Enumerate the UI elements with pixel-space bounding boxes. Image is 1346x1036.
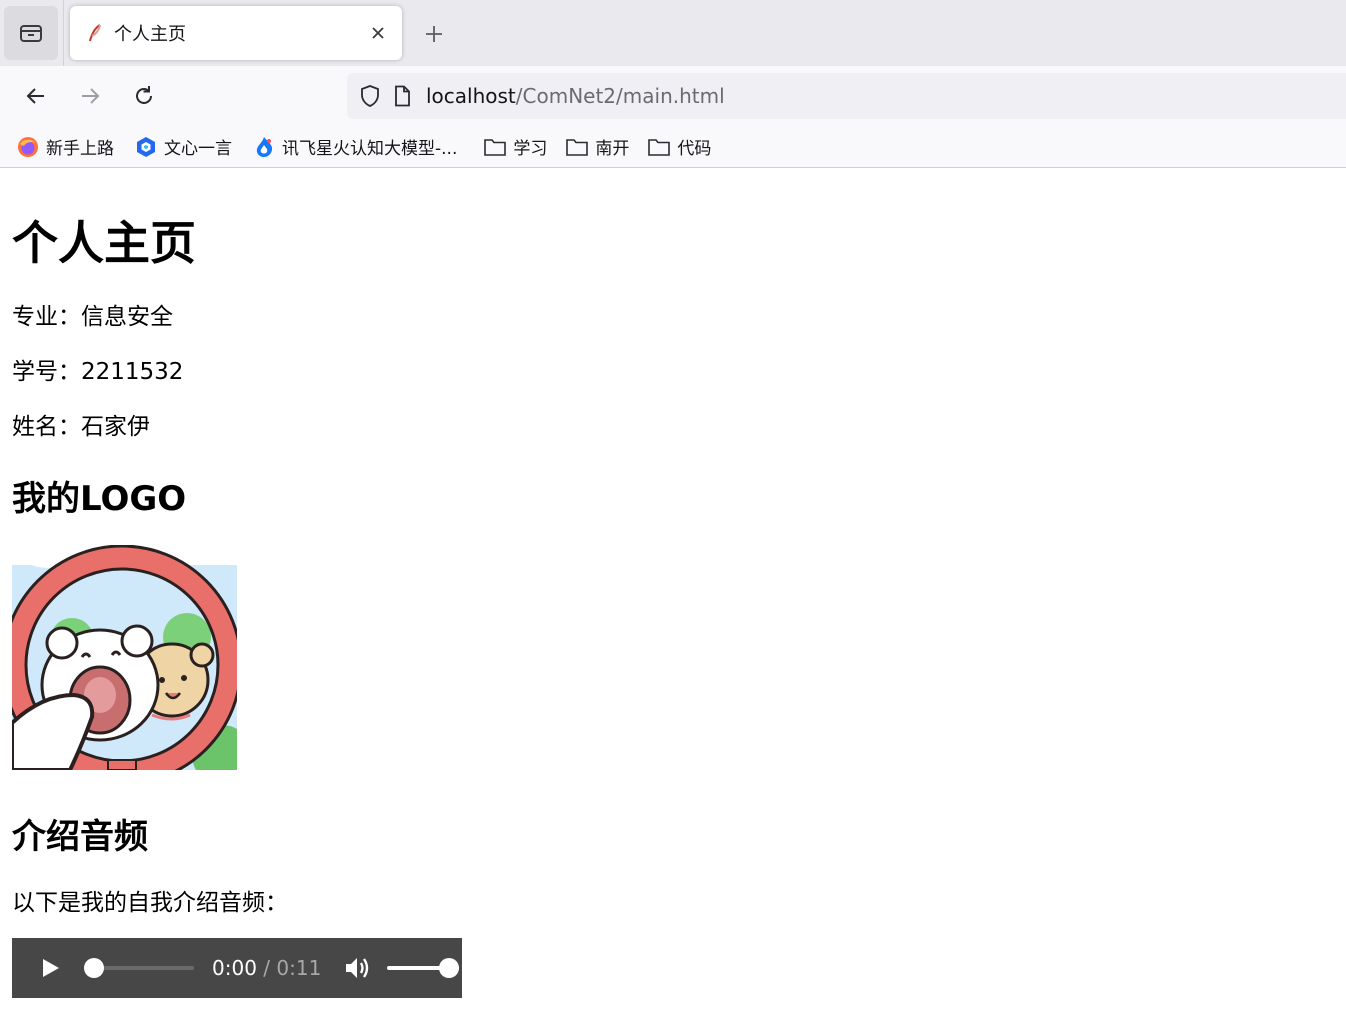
tab-list-icon [20,25,42,42]
tab-separator [63,0,64,66]
audio-heading: 介绍音频 [12,817,148,857]
plus-icon [426,26,442,42]
arrow-left-icon [26,88,44,104]
page-title: 个人主页 [12,216,196,270]
arrow-right-icon [82,88,100,104]
duration: 0:11 [276,956,322,980]
volume-thumb[interactable] [439,958,460,978]
bookmark-label: 代码 [677,139,712,159]
spark-flame-icon [252,135,276,159]
back-button[interactable] [18,78,54,114]
volume-icon [346,958,369,978]
folder-icon [647,135,671,159]
tab-title: 个人主页 [114,24,186,45]
play-button[interactable] [38,956,62,980]
seek-thumb[interactable] [84,958,104,978]
mute-button[interactable] [343,953,373,983]
bookmark-folder-study[interactable]: 学习 [483,134,547,159]
folder-icon [483,135,507,159]
ernie-bot-icon [134,135,158,159]
feather-icon [86,24,104,42]
bookmark-folder-nankai[interactable]: 南开 [565,134,629,159]
play-icon [43,959,59,977]
current-time: 0:00 [212,956,257,980]
name-text: 姓名：石家伊 [12,414,150,440]
url-path: /ComNet2/main.html [515,84,725,108]
reload-button[interactable] [126,78,162,114]
major-text: 专业：信息安全 [12,304,173,330]
close-icon [372,27,384,39]
close-tab-button[interactable] [360,15,396,51]
tracking-shield-icon[interactable] [358,84,382,108]
bookmark-xunfei-spark[interactable]: 讯飞星火认知大模型-... [252,134,457,159]
forward-button[interactable] [72,78,108,114]
navigation-toolbar: localhost/ComNet2/main.html [0,66,1346,126]
bookmark-label: 学习 [513,139,548,159]
page-info-icon[interactable] [390,84,414,108]
folder-icon [565,135,589,159]
tab-overview-button[interactable] [4,6,58,60]
bookmarks-toolbar: 新手上路 文心一言 讯飞星火认知大模型-... 学习 南开 代码 [0,126,1346,168]
bookmark-label: 新手上路 [46,139,114,159]
audio-intro-text: 以下是我的自我介绍音频： [12,890,288,916]
new-tab-button[interactable] [416,16,452,52]
bookmark-label: 讯飞星火认知大模型-... [282,139,458,159]
bookmark-ernie-bot[interactable]: 文心一言 [134,134,232,159]
firefox-icon [16,135,40,159]
audio-player[interactable]: 0:00 / 0:11 [12,938,462,998]
tab-bar: 个人主页 [0,0,1346,66]
url-host: localhost [426,84,516,108]
bookmark-getting-started[interactable]: 新手上路 [16,134,114,159]
logo-heading: 我的LOGO [12,479,187,519]
time-display: 0:00 / 0:11 [212,956,321,980]
student-id-text: 学号：2211532 [12,359,184,385]
tab-active[interactable]: 个人主页 [70,6,402,60]
bookmark-label: 南开 [595,139,630,159]
logo-image [12,545,237,770]
address-bar[interactable]: localhost/ComNet2/main.html [347,73,1346,119]
time-separator: / [263,956,271,980]
volume-slider[interactable] [387,956,460,980]
bookmark-label: 文心一言 [164,139,232,159]
bookmark-folder-code[interactable]: 代码 [647,134,711,159]
seek-slider[interactable] [84,956,194,980]
reload-icon [136,86,152,104]
url-text[interactable]: localhost/ComNet2/main.html [426,84,725,108]
